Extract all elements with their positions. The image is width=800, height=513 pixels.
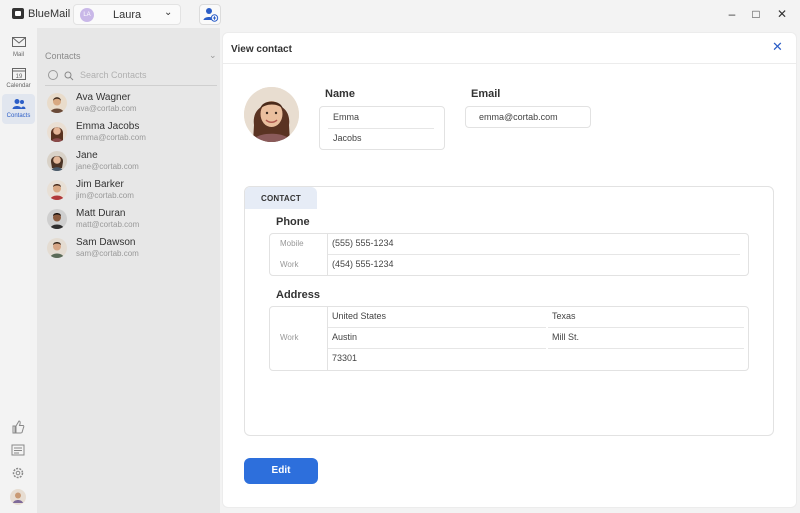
view-contact-panel: View contact ✕ Name Emma Jacobs Email em… [222, 32, 797, 508]
account-name: Laura [113, 9, 142, 21]
contact-avatar [47, 151, 67, 171]
select-all-checkbox[interactable] [48, 70, 58, 80]
contact-email: emma@cortab.com [76, 133, 146, 142]
edit-button[interactable]: Edit [244, 458, 318, 484]
phone-number: (454) 555-1234 [332, 259, 394, 269]
name-divider [328, 128, 434, 129]
rail-item-calendar[interactable]: 19 Calendar [2, 64, 35, 94]
minimize-button[interactable]: – [722, 4, 742, 24]
contact-avatar [47, 209, 67, 229]
phone-table: Mobile (555) 555-1234 Work (454) 555-123… [269, 233, 749, 276]
address-row-divider [548, 348, 744, 349]
contact-name: Sam Dawson [76, 237, 136, 248]
contact-avatar [47, 93, 67, 113]
address-row-divider [548, 327, 744, 328]
title-bar: BlueMail LA Laura ⌄ – □ ✕ [0, 0, 800, 28]
add-person-icon [203, 8, 219, 22]
contact-avatar [47, 122, 67, 142]
address-country: United States [332, 311, 387, 321]
contact-row[interactable]: Jim Barker jim@cortab.com [37, 177, 220, 206]
contact-email: matt@cortab.com [76, 220, 140, 229]
address-zip: 73301 [332, 353, 358, 363]
address-row-divider [328, 327, 546, 328]
header-divider [223, 63, 796, 64]
rail-item-contacts[interactable]: Contacts [2, 94, 35, 124]
search-input[interactable]: Search Contacts [80, 70, 147, 80]
settings-gear-icon[interactable] [10, 465, 26, 481]
app-name: BlueMail [28, 8, 71, 20]
contact-name: Ava Wagner [76, 92, 131, 103]
contact-name: Emma Jacobs [76, 121, 140, 132]
contact-avatar [47, 238, 67, 258]
user-avatar-icon[interactable] [10, 489, 26, 505]
contacts-icon [12, 99, 26, 109]
address-city: Austin [332, 332, 358, 342]
email-label: Email [471, 88, 501, 100]
contact-details-card: CONTACT Phone Mobile (555) 555-1234 Work… [244, 186, 774, 436]
chevron-down-icon: ⌄ [164, 7, 173, 18]
add-contact-button[interactable] [199, 4, 221, 25]
contact-email: ava@cortab.com [76, 104, 137, 113]
contacts-list-header: Contacts [45, 51, 81, 61]
contact-photo [244, 87, 299, 142]
email-value: emma@cortab.com [479, 112, 558, 122]
contact-row[interactable]: Emma Jacobs emma@cortab.com [37, 119, 220, 148]
chevron-down-icon[interactable]: ⌄ [209, 50, 217, 61]
phone-row-divider [328, 254, 740, 255]
phone-number: (555) 555-1234 [332, 238, 394, 248]
thumbs-up-icon[interactable] [10, 419, 26, 435]
contact-name: Matt Duran [76, 208, 126, 219]
calendar-icon: 19 [12, 68, 26, 80]
search-contacts-field[interactable]: Search Contacts [45, 68, 217, 86]
contacts-list-pane: Contacts ⌄ Search Contacts Ava Wagner av… [37, 28, 220, 513]
contact-row[interactable]: Sam Dawson sam@cortab.com [37, 235, 220, 264]
panel-title: View contact [231, 44, 292, 55]
rail-label-mail: Mail [12, 52, 24, 58]
address-row-divider [328, 348, 546, 349]
news-icon[interactable] [10, 442, 26, 458]
phone-type-label: Mobile [280, 239, 304, 248]
address-column-divider [327, 307, 328, 370]
close-icon[interactable]: ✕ [772, 39, 783, 55]
last-name-value: Jacobs [333, 133, 362, 143]
address-type-label: Work [280, 333, 299, 342]
close-window-button[interactable]: ✕ [772, 4, 792, 24]
mail-icon [12, 37, 26, 47]
address-state: Texas [552, 311, 576, 321]
contact-name: Jane [76, 150, 98, 161]
tab-contact[interactable]: CONTACT [245, 187, 317, 209]
address-street: Mill St. [552, 332, 579, 342]
rail-label-calendar: Calendar [6, 83, 31, 89]
address-label: Address [276, 289, 321, 301]
contact-email: jim@cortab.com [76, 191, 134, 200]
calendar-day: 19 [16, 74, 23, 80]
contact-row[interactable]: Ava Wagner ava@cortab.com [37, 90, 220, 119]
name-label: Name [325, 88, 355, 100]
name-field-group: Emma Jacobs [319, 106, 445, 150]
phone-label: Phone [276, 216, 310, 228]
contact-email: sam@cortab.com [76, 249, 139, 258]
contact-email: jane@cortab.com [76, 162, 139, 171]
phone-type-label: Work [280, 260, 299, 269]
contact-row[interactable]: Jane jane@cortab.com [37, 148, 220, 177]
email-field: emma@cortab.com [465, 106, 591, 128]
contact-avatar [47, 180, 67, 200]
nav-rail: Mail 19 Calendar Contacts [0, 28, 37, 513]
account-selector[interactable]: LA Laura ⌄ [73, 4, 181, 25]
contact-row[interactable]: Matt Duran matt@cortab.com [37, 206, 220, 235]
maximize-button[interactable]: □ [746, 4, 766, 24]
rail-item-mail[interactable]: Mail [2, 33, 35, 63]
contact-name: Jim Barker [76, 179, 124, 190]
account-avatar: LA [80, 8, 94, 22]
search-icon [64, 71, 74, 81]
first-name-value: Emma [333, 112, 360, 122]
address-table: Work United States Texas Austin Mill St.… [269, 306, 749, 371]
rail-label-contacts: Contacts [6, 113, 31, 119]
bluemail-logo-icon [12, 8, 24, 19]
